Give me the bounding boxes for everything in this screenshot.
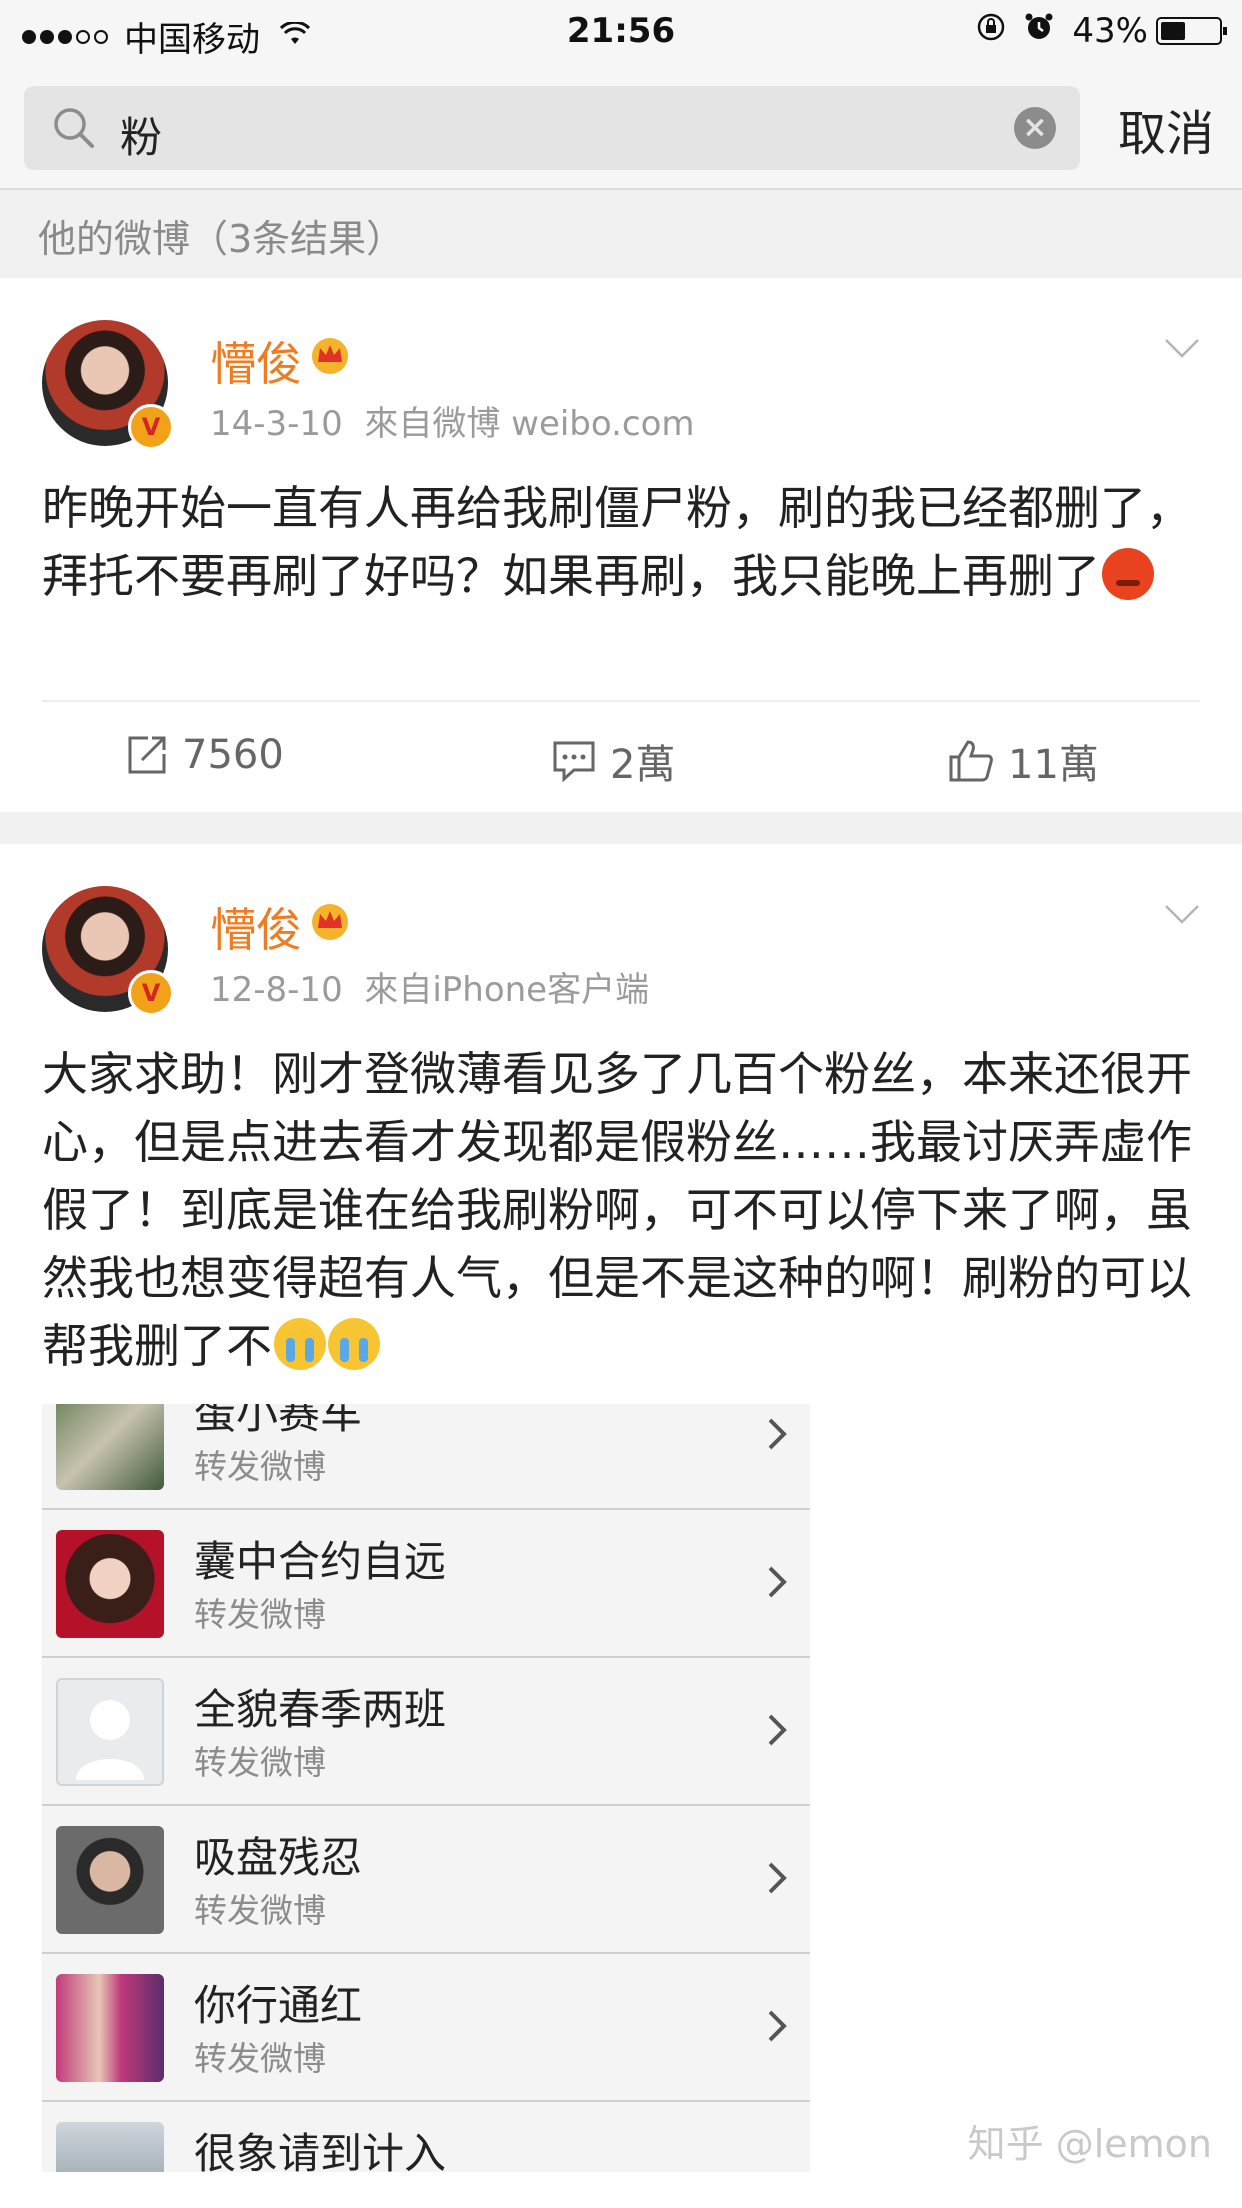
chevron-down-icon[interactable] bbox=[1164, 904, 1200, 926]
user-thumbnail bbox=[56, 1826, 164, 1934]
crown-icon bbox=[312, 338, 348, 374]
list-item[interactable]: 吸盘残忍 转发微博 bbox=[42, 1806, 810, 1954]
list-item[interactable]: 你行通红 转发微博 bbox=[42, 1954, 810, 2102]
list-item-subtitle: 转发微博 bbox=[194, 1743, 326, 1782]
watermark: 知乎 @lemon bbox=[967, 2122, 1212, 2166]
username[interactable]: 懵俊 bbox=[210, 894, 302, 960]
list-item-subtitle: 转发微博 bbox=[194, 1447, 326, 1486]
post-date: 14-3-10 bbox=[210, 404, 343, 444]
verified-badge-icon: V bbox=[128, 404, 174, 450]
repost-count: 7560 bbox=[182, 732, 284, 778]
search-input[interactable]: 粉 × bbox=[24, 86, 1080, 170]
post-text: 大家求助！刚才登微薄看见多了几百个粉丝，本来还很开心，但是点进去看才发现都是假粉… bbox=[42, 1047, 1192, 1373]
crying-face-icon bbox=[328, 1318, 380, 1370]
post-text: 昨晚开始一直有人再给我刷僵尸粉，刷的我已经都删了，拜托不要再刷了好吗？如果再刷，… bbox=[42, 481, 1192, 603]
chevron-down-icon[interactable] bbox=[1164, 338, 1200, 360]
user-thumbnail bbox=[56, 1404, 164, 1490]
battery-icon bbox=[1156, 17, 1227, 45]
like-button[interactable]: 11萬 bbox=[948, 732, 1099, 790]
list-item[interactable]: 蛋小赛车 转发微博 bbox=[42, 1404, 810, 1510]
user-thumbnail bbox=[56, 1974, 164, 2082]
divider bbox=[42, 700, 1200, 702]
post-meta: 12-8-10 來自iPhone客户端 bbox=[210, 962, 649, 1011]
results-count-label: 他的微博（3条结果） bbox=[38, 217, 405, 261]
rotation-lock-icon bbox=[976, 12, 1006, 50]
comment-icon bbox=[553, 741, 595, 782]
chevron-right-icon bbox=[768, 1862, 787, 1894]
list-item[interactable]: 囊中合约自远 转发微博 bbox=[42, 1510, 810, 1658]
list-item-name: 全貌春季两班 bbox=[194, 1685, 447, 1734]
repost-icon bbox=[128, 736, 166, 774]
angry-face-icon bbox=[1102, 548, 1154, 600]
list-item-name: 囊中合约自远 bbox=[194, 1537, 447, 1586]
battery-percentage: 43% bbox=[1072, 11, 1148, 51]
verified-badge-icon: V bbox=[128, 970, 174, 1016]
thumbs-up-icon bbox=[949, 740, 993, 782]
like-count: 11萬 bbox=[1008, 742, 1099, 788]
clear-search-icon[interactable]: × bbox=[1014, 107, 1056, 149]
username[interactable]: 懵俊 bbox=[210, 328, 302, 394]
user-thumbnail bbox=[56, 1530, 164, 1638]
section-gap bbox=[0, 812, 1242, 844]
cancel-button[interactable]: 取消 bbox=[1118, 94, 1214, 164]
post-source: 來自iPhone客户端 bbox=[364, 970, 650, 1010]
status-bar: 中国移动 21:56 43% bbox=[0, 0, 1242, 66]
crown-icon bbox=[312, 904, 348, 940]
list-item-name: 你行通红 bbox=[194, 1981, 363, 2030]
list-item[interactable]: 很象请到计入 bbox=[42, 2102, 810, 2172]
list-item-subtitle: 转发微博 bbox=[194, 2039, 326, 2078]
comment-button[interactable]: 2萬 bbox=[552, 732, 675, 790]
search-bar: 粉 × 取消 bbox=[0, 66, 1242, 190]
post-actions: 7560 2萬 11萬 bbox=[0, 710, 1242, 810]
default-avatar-icon bbox=[56, 1678, 164, 1786]
results-header: 他的微博（3条结果） bbox=[0, 190, 1242, 278]
search-query: 粉 bbox=[120, 113, 163, 162]
user-thumbnail bbox=[56, 2122, 164, 2172]
chevron-right-icon bbox=[768, 1418, 787, 1450]
post-date: 12-8-10 bbox=[210, 970, 343, 1010]
post-source: 來自微博 weibo.com bbox=[364, 404, 695, 444]
list-item-subtitle: 转发微博 bbox=[194, 1891, 326, 1930]
list-item[interactable]: 全貌春季两班 转发微博 bbox=[42, 1658, 810, 1806]
alarm-icon bbox=[1024, 12, 1054, 50]
chevron-right-icon bbox=[768, 2010, 787, 2042]
repost-button[interactable]: 7560 bbox=[126, 732, 284, 778]
list-item-name: 吸盘残忍 bbox=[194, 1833, 363, 1882]
embedded-repost-list: 蛋小赛车 转发微博 囊中合约自远 转发微博 全貌春季两班 转发微博 吸盘残忍 转… bbox=[42, 1404, 810, 2172]
weibo-post[interactable]: V 懵俊 14-3-10 來自微博 weibo.com 昨晚开始一直有人再给我刷… bbox=[0, 278, 1242, 812]
chevron-right-icon bbox=[768, 1714, 787, 1746]
comment-count: 2萬 bbox=[610, 742, 676, 788]
list-item-name: 很象请到计入 bbox=[194, 2129, 447, 2172]
post-meta: 14-3-10 來自微博 weibo.com bbox=[210, 396, 695, 445]
crying-face-icon bbox=[274, 1318, 326, 1370]
list-item-subtitle: 转发微博 bbox=[194, 1595, 326, 1634]
list-item-name: 蛋小赛车 bbox=[194, 1404, 363, 1438]
search-icon bbox=[54, 108, 94, 148]
chevron-right-icon bbox=[768, 1566, 787, 1598]
